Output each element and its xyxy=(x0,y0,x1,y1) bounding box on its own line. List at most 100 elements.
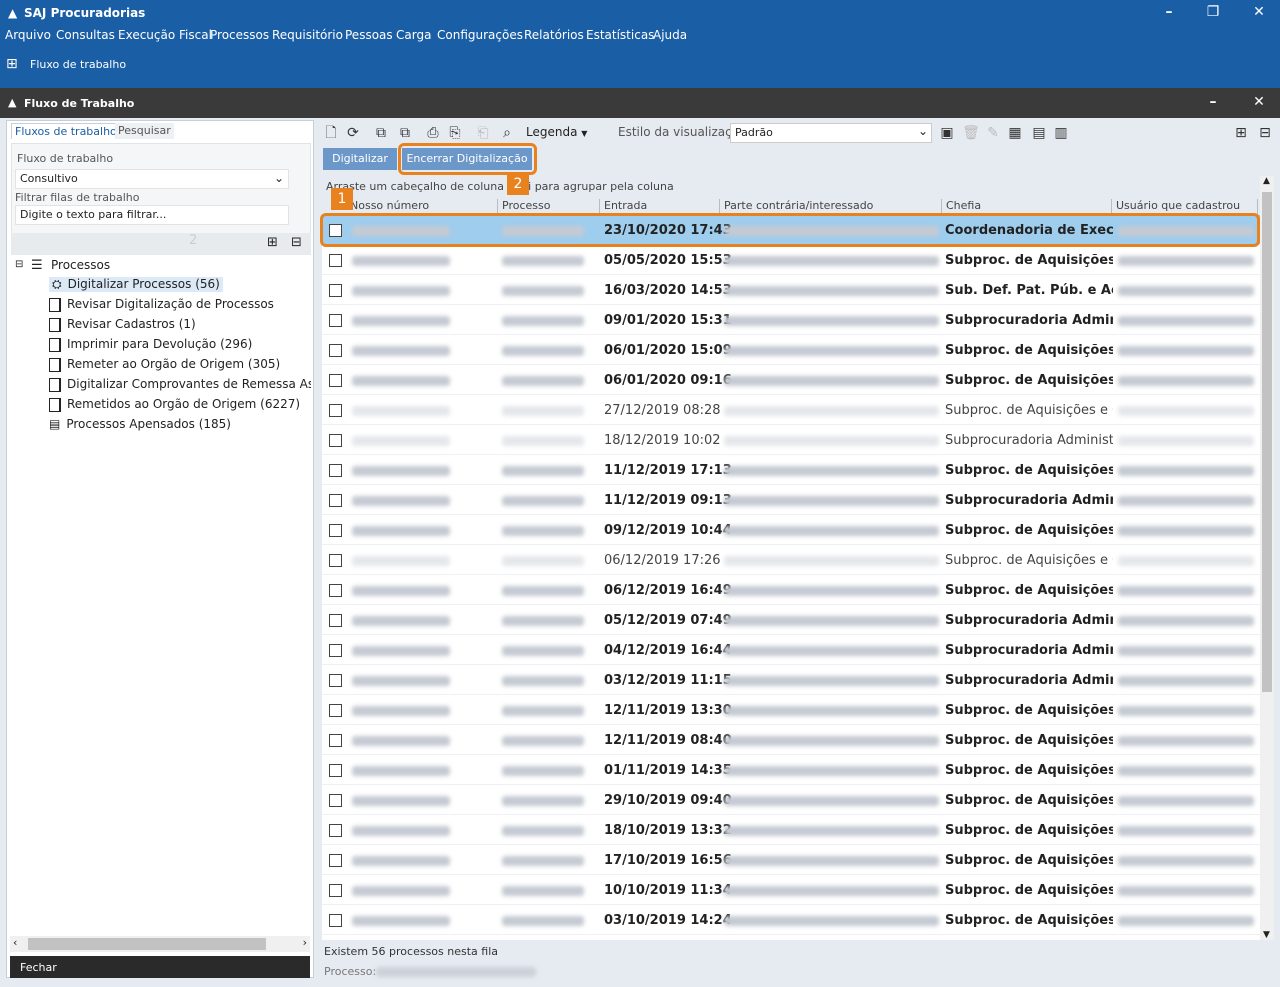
collapse-tree-icon[interactable]: ⊟ xyxy=(291,235,302,250)
left-horizontal-scrollbar[interactable]: ‹ › xyxy=(10,936,310,952)
table-row[interactable]: 03/10/2019 14:24 Subproc. de Aquisições e… xyxy=(322,905,1260,935)
table-row[interactable]: 27/12/2019 08:28 Subproc. de Aquisições e… xyxy=(322,395,1260,425)
menu-processos[interactable]: Processos xyxy=(210,28,269,42)
row-checkbox[interactable] xyxy=(329,794,342,807)
tree-item-remetidos[interactable]: Remetidos ao Orgão de Origem (6227) xyxy=(49,397,300,412)
menu-estatisticas[interactable]: Estatísticas xyxy=(586,28,654,42)
row-checkbox[interactable] xyxy=(329,914,342,927)
table-row[interactable]: 01/11/2019 14:35 Subproc. de Aquisições e… xyxy=(322,755,1260,785)
menu-requisitorio[interactable]: Requisitório xyxy=(272,28,343,42)
view-style-select[interactable]: Padrão ⌄ xyxy=(730,123,932,143)
report-icon[interactable]: ▤ xyxy=(1030,124,1048,142)
menu-execucao-fiscal[interactable]: Execução Fiscal xyxy=(118,28,212,42)
table-row[interactable]: 16/03/2020 14:53 Sub. Def. Pat. Púb. e Aç… xyxy=(322,275,1260,305)
row-checkbox[interactable] xyxy=(329,434,342,447)
save-icon[interactable]: ▣ xyxy=(938,124,956,142)
menu-ajuda[interactable]: Ajuda xyxy=(653,28,687,42)
print-icon[interactable]: ⎙ xyxy=(424,124,442,142)
row-checkbox[interactable] xyxy=(329,734,342,747)
row-checkbox[interactable] xyxy=(329,674,342,687)
table-row[interactable]: 06/12/2019 16:49 Subproc. de Aquisições e… xyxy=(322,575,1260,605)
tree-item-apensados[interactable]: ▤ Processos Apensados (185) xyxy=(49,417,231,431)
new-document-icon[interactable]: 🗋 xyxy=(322,124,340,142)
expand-grid-icon[interactable]: ⊞ xyxy=(1232,124,1250,142)
menu-relatorios[interactable]: Relatórios xyxy=(524,28,584,42)
table-row[interactable]: 11/12/2019 09:13 Subprocuradoria Administ… xyxy=(322,485,1260,515)
table-row[interactable]: 12/11/2019 08:40 Subproc. de Aquisições e… xyxy=(322,725,1260,755)
columns-icon[interactable]: ▥ xyxy=(1052,124,1070,142)
tree-root-processos[interactable]: Processos xyxy=(51,258,110,272)
chevron-left-icon[interactable]: ‹ xyxy=(13,936,17,949)
table-row[interactable]: 18/10/2019 13:32 Subproc. de Aquisições e… xyxy=(322,815,1260,845)
digitalizar-button[interactable]: Digitalizar xyxy=(323,148,397,170)
close-button[interactable]: Fechar xyxy=(10,956,310,978)
copy-icon[interactable]: ⧉ xyxy=(372,124,390,142)
menu-consultas[interactable]: Consultas xyxy=(56,28,115,42)
row-checkbox[interactable] xyxy=(329,644,342,657)
row-checkbox[interactable] xyxy=(329,764,342,777)
row-checkbox[interactable] xyxy=(329,614,342,627)
duplicate-icon[interactable]: ⧉ xyxy=(396,124,414,142)
excel-icon[interactable]: ▦ xyxy=(1006,124,1024,142)
menu-pessoas[interactable]: Pessoas xyxy=(345,28,393,42)
row-checkbox[interactable] xyxy=(329,554,342,567)
table-row[interactable]: 18/12/2019 10:02 Subprocuradoria Administ… xyxy=(322,425,1260,455)
legenda-dropdown[interactable]: Legenda ▼ xyxy=(526,125,587,139)
tree-item-revisar-digitalizacao[interactable]: Revisar Digitalização de Processos xyxy=(49,297,274,312)
row-checkbox[interactable] xyxy=(329,344,342,357)
chevron-down-icon[interactable]: ▼ xyxy=(1263,930,1270,940)
scroll-thumb[interactable] xyxy=(28,938,266,950)
tab-fluxos[interactable]: Fluxos de trabalho xyxy=(11,123,121,139)
table-row[interactable]: 05/05/2020 15:53 Subproc. de Aquisições e… xyxy=(322,245,1260,275)
table-row[interactable]: 11/12/2019 17:13 Subproc. de Aquisições e… xyxy=(322,455,1260,485)
table-row[interactable]: 09/12/2019 10:44 Subproc. de Aquisições e… xyxy=(322,515,1260,545)
table-row[interactable]: 03/12/2019 11:15 Subprocuradoria Administ… xyxy=(322,665,1260,695)
export-icon[interactable]: ⎘ xyxy=(446,124,464,142)
table-row[interactable]: 06/01/2020 15:09 Subproc. de Aquisições e… xyxy=(322,335,1260,365)
row-checkbox[interactable] xyxy=(329,824,342,837)
row-checkbox[interactable] xyxy=(329,584,342,597)
table-row[interactable]: 12/11/2019 13:30 Subproc. de Aquisições e… xyxy=(322,695,1260,725)
tree-collapse-icon[interactable]: ⊟ xyxy=(15,259,23,270)
search-icon[interactable]: ⌕ xyxy=(498,124,516,142)
collapse-grid-icon[interactable]: ⊟ xyxy=(1256,124,1274,142)
tree-item-remeter[interactable]: Remeter ao Orgão de Origem (305) xyxy=(49,357,280,372)
tree-item-imprimir[interactable]: Imprimir para Devolução (296) xyxy=(49,337,252,352)
tree-item-comprovantes[interactable]: Digitalizar Comprovantes de Remessa Assi… xyxy=(49,377,311,392)
row-checkbox[interactable] xyxy=(329,884,342,897)
row-checkbox[interactable] xyxy=(329,284,342,297)
grid-vertical-scrollbar[interactable]: ▲ ▼ xyxy=(1260,176,1274,940)
tab-pesquisar[interactable]: Pesquisar xyxy=(115,123,174,139)
table-row[interactable]: 06/01/2020 09:16 Subproc. de Aquisições e… xyxy=(322,365,1260,395)
row-checkbox[interactable] xyxy=(329,254,342,267)
menu-carga[interactable]: Carga xyxy=(396,28,431,42)
row-checkbox[interactable] xyxy=(329,494,342,507)
filter-input[interactable]: Digite o texto para filtrar... xyxy=(15,205,289,225)
window-minimize-icon[interactable]: – xyxy=(1198,92,1228,112)
ribbon-fluxo-trabalho[interactable]: Fluxo de trabalho xyxy=(30,58,126,71)
minimize-icon[interactable]: – xyxy=(1154,2,1184,22)
row-checkbox[interactable] xyxy=(329,314,342,327)
close-icon[interactable]: ✕ xyxy=(1244,2,1274,22)
expand-tree-icon[interactable]: ⊞ xyxy=(267,235,278,250)
scroll-thumb[interactable] xyxy=(1262,192,1272,692)
window-close-icon[interactable]: ✕ xyxy=(1244,92,1274,112)
row-checkbox[interactable] xyxy=(329,704,342,717)
table-row[interactable]: 29/10/2019 09:40 Subproc. de Aquisições e… xyxy=(322,785,1260,815)
chevron-right-icon[interactable]: › xyxy=(303,936,307,949)
table-row[interactable]: 05/12/2019 07:49 Subprocuradoria Administ… xyxy=(322,605,1260,635)
tree-item-digitalizar[interactable]: ⛭ Digitalizar Processos (56) xyxy=(49,277,223,292)
menu-arquivo[interactable]: Arquivo xyxy=(5,28,51,42)
row-checkbox[interactable] xyxy=(329,374,342,387)
table-row[interactable]: 06/12/2019 17:26 Subproc. de Aquisições e… xyxy=(322,545,1260,575)
row-checkbox[interactable] xyxy=(329,404,342,417)
refresh-icon[interactable]: ⟳ xyxy=(344,124,362,142)
row-checkbox[interactable] xyxy=(329,524,342,537)
table-row[interactable]: 10/10/2019 11:34 Subproc. de Aquisições e… xyxy=(322,875,1260,905)
menu-configuracoes[interactable]: Configurações xyxy=(437,28,523,42)
workflow-icon[interactable]: ⊞ xyxy=(6,56,18,72)
table-row[interactable]: 17/10/2019 16:56 Subproc. de Aquisições e… xyxy=(322,845,1260,875)
chevron-up-icon[interactable]: ▲ xyxy=(1263,176,1270,186)
row-checkbox[interactable] xyxy=(329,854,342,867)
row-checkbox[interactable] xyxy=(329,464,342,477)
